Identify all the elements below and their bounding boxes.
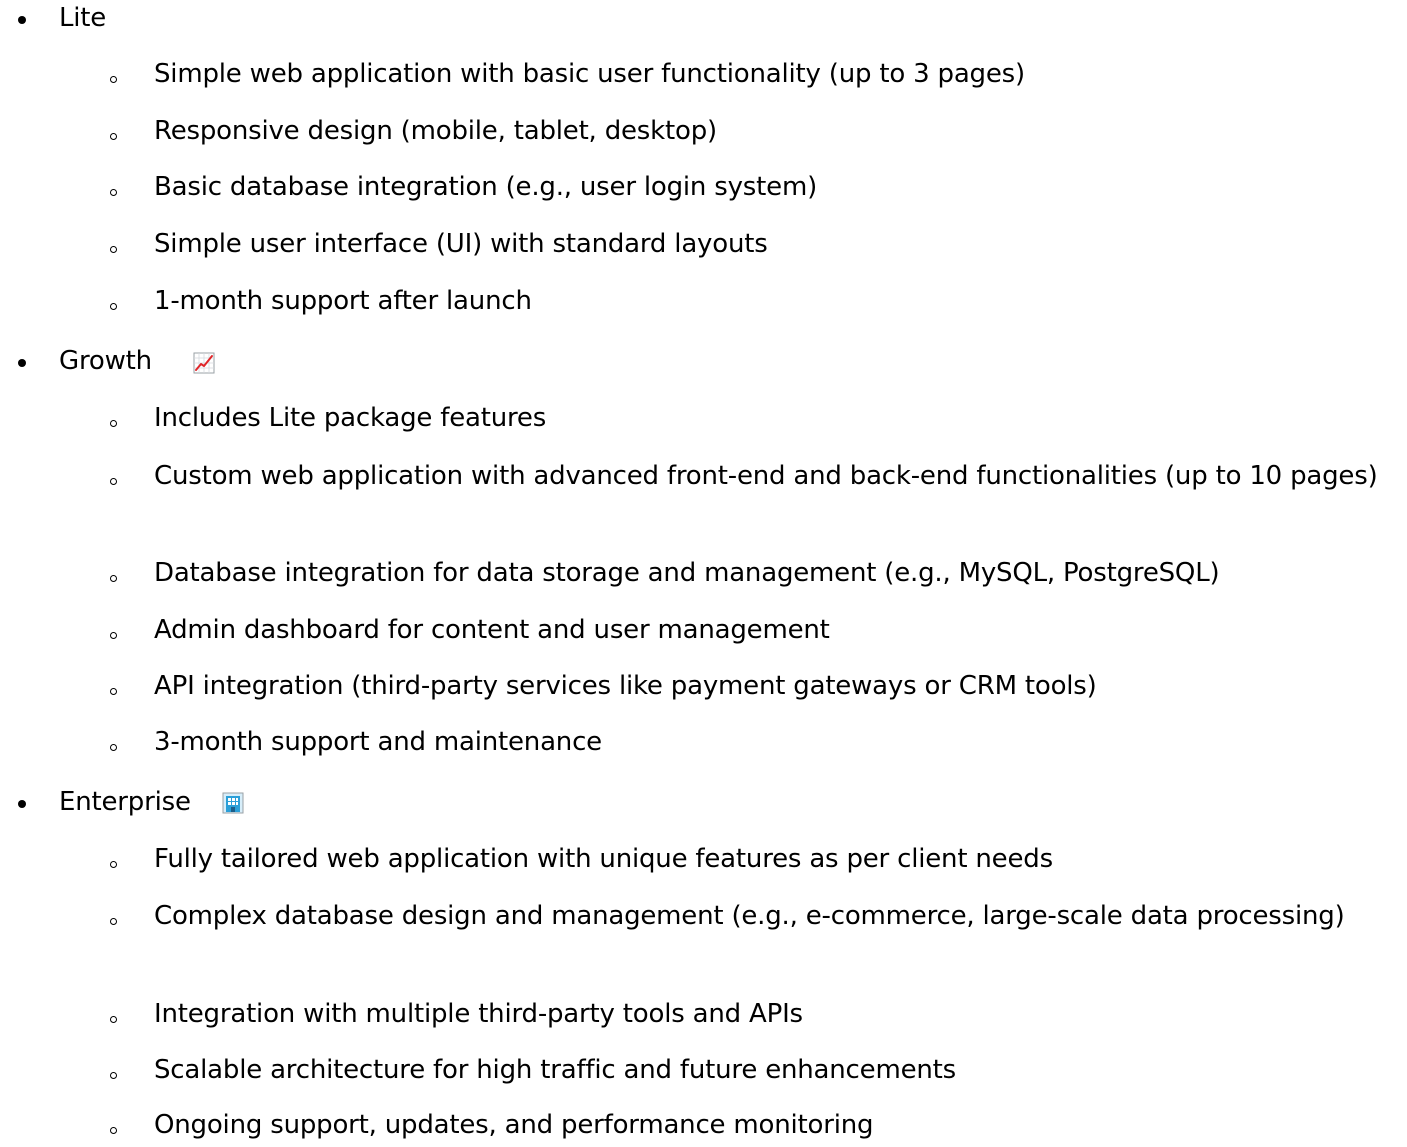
- list-item-text: Database integration for data storage an…: [154, 558, 1220, 588]
- sub-bullet: [110, 189, 117, 196]
- office-building-icon: [222, 792, 244, 814]
- bullet: [18, 800, 26, 808]
- sub-bullet: [110, 575, 117, 582]
- sub-bullet: [110, 688, 117, 695]
- list-item-text: Simple web application with basic user f…: [154, 59, 1025, 89]
- list-item-text: Simple user interface (UI) with standard…: [154, 229, 768, 259]
- sub-bullet: [110, 1127, 117, 1134]
- sub-bullet: [110, 303, 117, 310]
- sub-bullet: [110, 744, 117, 751]
- chart-increasing-icon: [193, 352, 215, 374]
- list-item-text: Basic database integration (e.g., user l…: [154, 172, 818, 202]
- list-item-text: 1-month support after launch: [154, 286, 532, 316]
- tier-label: Growth: [59, 346, 152, 376]
- list-item-text: Integration with multiple third-party to…: [154, 999, 803, 1029]
- sub-bullet: [110, 420, 117, 427]
- sub-bullet: [110, 632, 117, 639]
- list-item-text: Responsive design (mobile, tablet, deskt…: [154, 116, 717, 146]
- sub-bullet: [110, 1072, 117, 1079]
- list-item-text: Complex database design and management (…: [154, 901, 1345, 931]
- list-item-text: Custom web application with advanced fro…: [154, 461, 1378, 491]
- sub-bullet: [110, 478, 117, 485]
- list-item-text: Scalable architecture for high traffic a…: [154, 1055, 956, 1085]
- sub-bullet: [110, 246, 117, 253]
- sub-bullet: [110, 861, 117, 868]
- sub-bullet: [110, 76, 117, 83]
- sub-bullet: [110, 1016, 117, 1023]
- tier-label: Lite: [59, 3, 107, 33]
- list-item-text: Includes Lite package features: [154, 403, 547, 433]
- list-item-text: API integration (third-party services li…: [154, 671, 1097, 701]
- list-item-text: Ongoing support, updates, and performanc…: [154, 1110, 874, 1140]
- list-item-text: 3-month support and maintenance: [154, 727, 602, 757]
- sub-bullet: [110, 133, 117, 140]
- sub-bullet: [110, 918, 117, 925]
- bullet: [18, 359, 26, 367]
- list-item-text: Admin dashboard for content and user man…: [154, 615, 830, 645]
- bullet: [18, 16, 26, 24]
- tier-label: Enterprise: [59, 787, 191, 817]
- list-item-text: Fully tailored web application with uniq…: [154, 844, 1053, 874]
